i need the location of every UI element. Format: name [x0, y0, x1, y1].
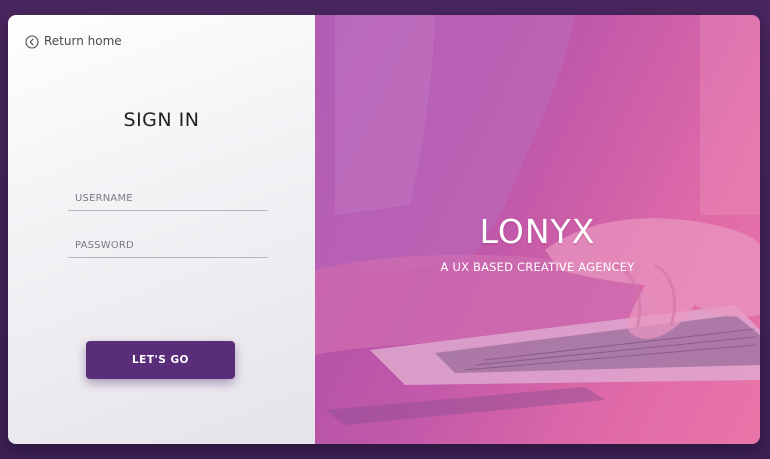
password-field-wrapper: [68, 240, 268, 258]
return-home-link[interactable]: Return home: [25, 34, 122, 49]
hero-panel: LONYX A UX BASED CREATIVE AGENCEY: [315, 15, 760, 444]
chevron-left-circle-icon: [25, 34, 39, 49]
submit-button[interactable]: LET'S GO: [86, 341, 235, 379]
login-panel: Return home SIGN IN LET'S GO: [8, 15, 315, 444]
return-home-label: Return home: [44, 34, 122, 48]
username-field-wrapper: [68, 193, 268, 211]
brand-name: LONYX: [479, 212, 596, 251]
login-card: Return home SIGN IN LET'S GO: [8, 15, 760, 444]
brand-tagline: A UX BASED CREATIVE AGENCEY: [440, 260, 635, 274]
password-input[interactable]: [68, 240, 268, 258]
username-input[interactable]: [68, 193, 268, 211]
page-title: SIGN IN: [123, 109, 200, 131]
